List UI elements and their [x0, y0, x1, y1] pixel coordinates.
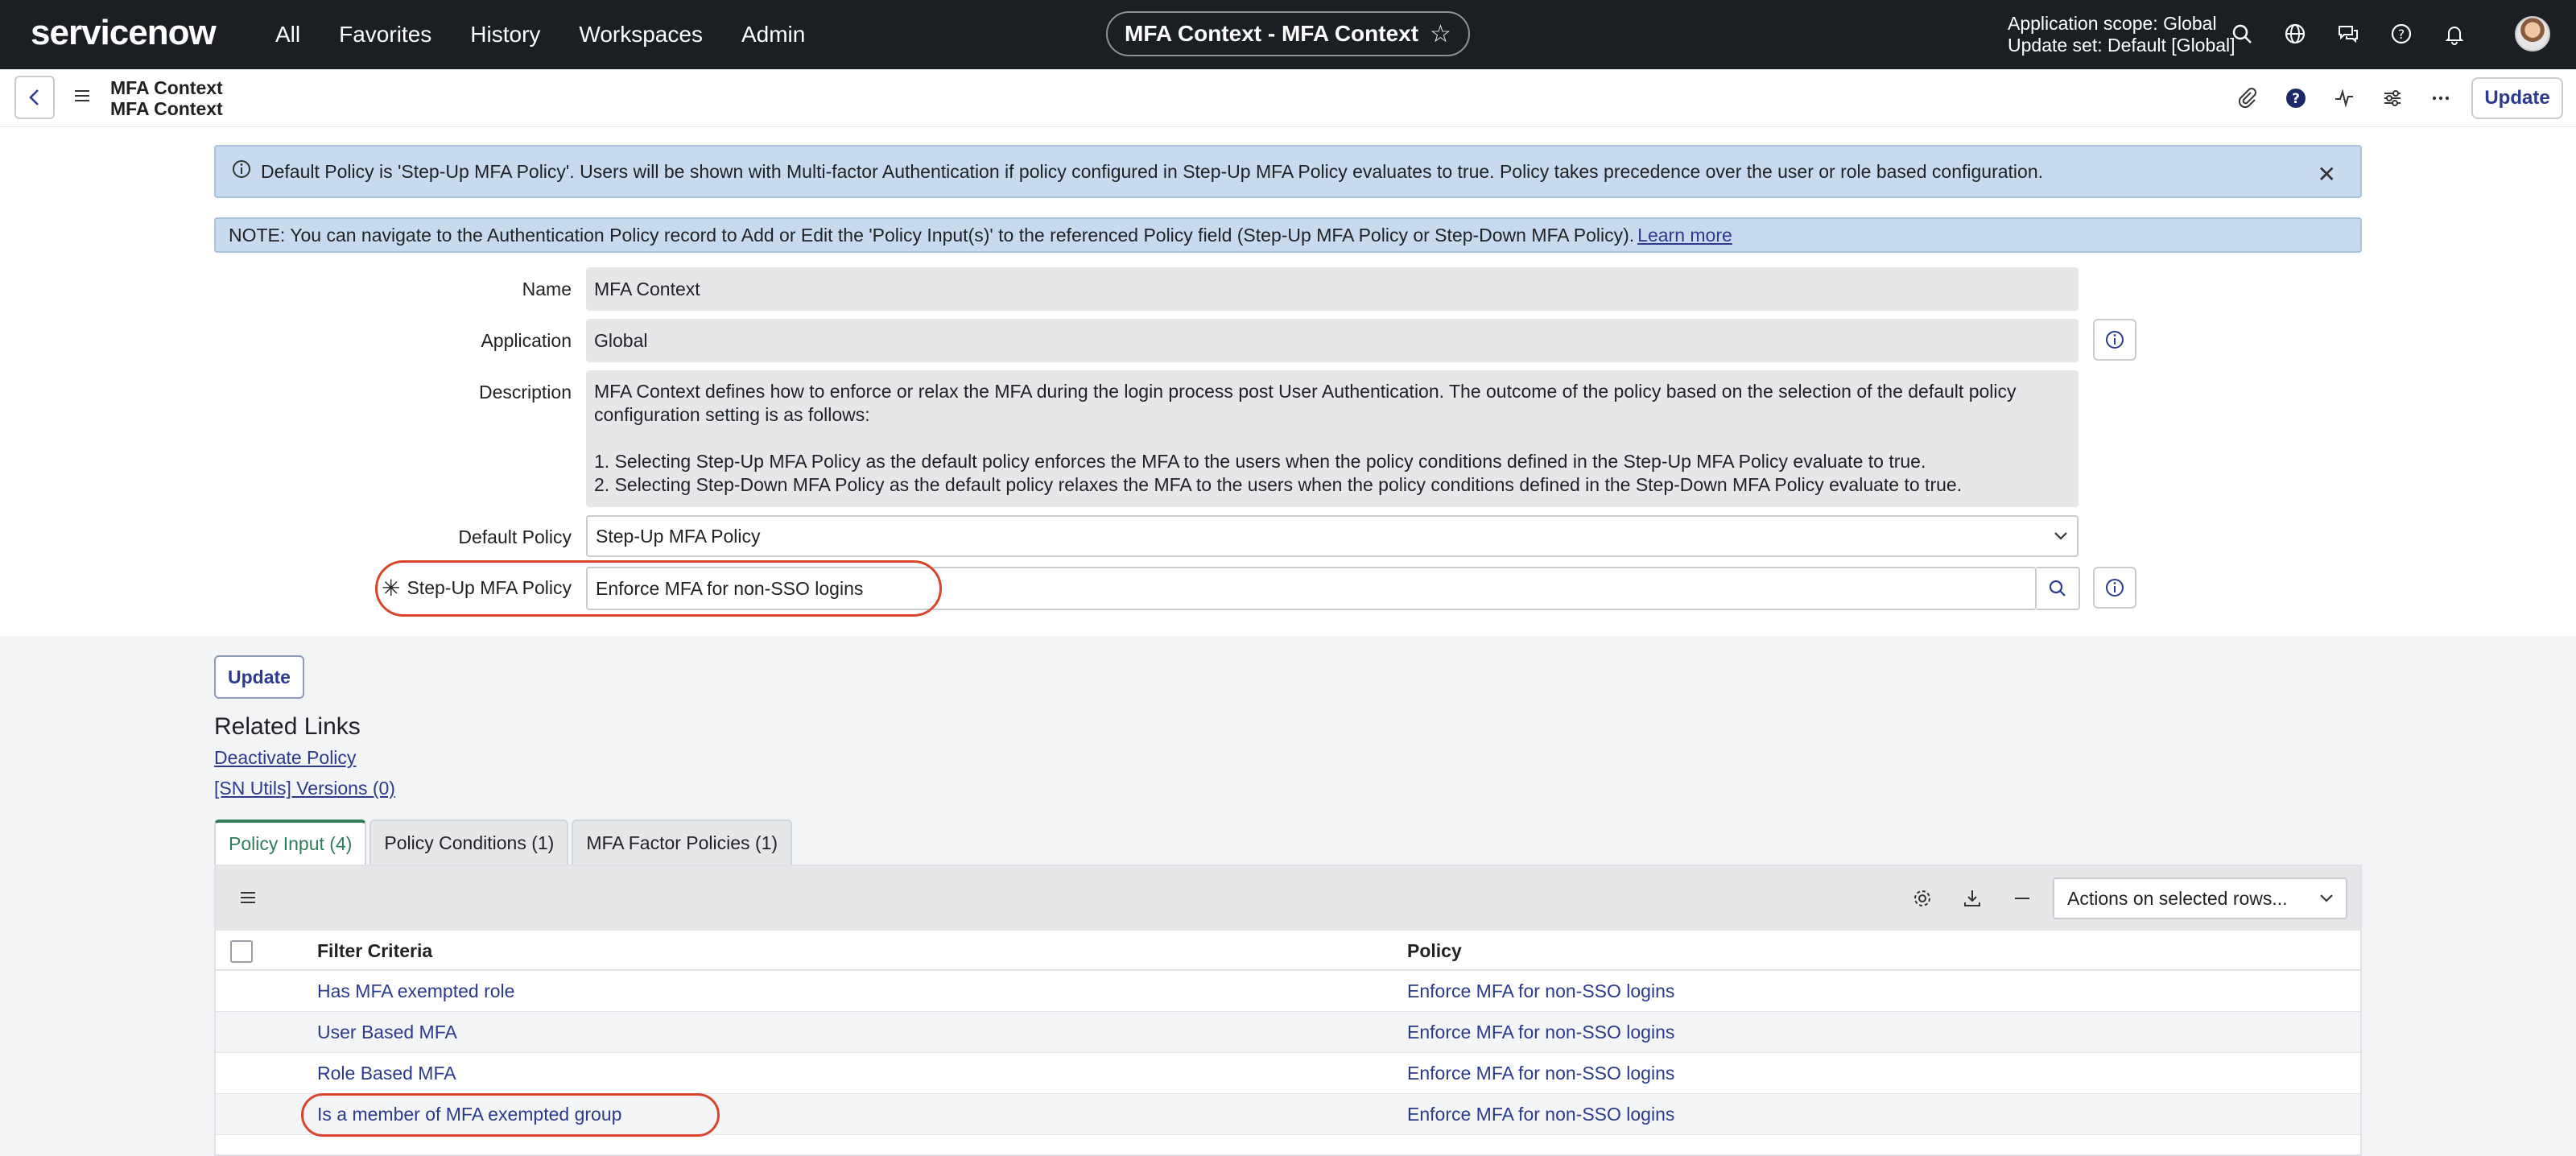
bell-icon[interactable]: [2439, 16, 2470, 52]
filter-criteria-link[interactable]: User Based MFA: [317, 1022, 457, 1043]
chevron-down-icon: [2320, 894, 2333, 902]
update-set: Update set: Default [Global]: [2008, 35, 2235, 56]
form-area: Default Policy is 'Step-Up MFA Policy'. …: [0, 127, 2576, 636]
info-icon: [232, 159, 251, 184]
info-banner: Default Policy is 'Step-Up MFA Policy'. …: [214, 145, 2362, 198]
star-icon[interactable]: ☆: [1430, 20, 1451, 48]
reference-lookup-button[interactable]: [2037, 567, 2080, 610]
description-field: MFA Context defines how to enforce or re…: [586, 370, 2079, 507]
menu-workspaces[interactable]: Workspaces: [579, 22, 703, 47]
top-navigation-bar: servicenow All Favorites History Workspa…: [0, 0, 2576, 69]
table-row: User Based MFA Enforce MFA for non-SSO l…: [216, 1012, 2360, 1053]
column-filter-criteria[interactable]: Filter Criteria: [317, 940, 432, 962]
related-section: Update Related Links Deactivate Policy […: [0, 636, 2576, 1156]
help-filled-icon[interactable]: ?: [2281, 84, 2310, 113]
list-toolbar: Actions on selected rows...: [216, 866, 2360, 931]
servicenow-logo[interactable]: servicenow: [31, 13, 217, 53]
table-row: Role Based MFA Enforce MFA for non-SSO l…: [216, 1053, 2360, 1094]
policy-link[interactable]: Enforce MFA for non-SSO logins: [1407, 1104, 1674, 1125]
column-policy[interactable]: Policy: [1407, 940, 1462, 962]
stepup-policy-input[interactable]: Enforce MFA for non-SSO logins: [586, 567, 2037, 610]
policy-link[interactable]: Enforce MFA for non-SSO logins: [1407, 1063, 1674, 1084]
menu-admin[interactable]: Admin: [741, 22, 805, 47]
name-field: MFA Context: [586, 267, 2079, 311]
search-icon: [2049, 580, 2066, 597]
chevron-left-icon: [29, 89, 39, 105]
related-links-title: Related Links: [214, 713, 361, 740]
header-update-button[interactable]: Update: [2471, 77, 2563, 119]
globe-icon[interactable]: [2280, 16, 2310, 52]
stepup-policy-label-group: ✳ Step-Up MFA Policy: [378, 575, 572, 601]
application-scope-info[interactable]: Application scope: Global Update set: De…: [2008, 13, 2235, 56]
required-asterisk-icon: ✳: [382, 576, 401, 601]
default-policy-label: Default Policy: [458, 526, 572, 547]
svg-text:?: ?: [2292, 91, 2300, 107]
activity-pulse-icon[interactable]: [2330, 84, 2359, 113]
policy-input-list: Actions on selected rows... Filter Crite…: [214, 865, 2362, 1156]
filter-criteria-link[interactable]: Is a member of MFA exempted group: [317, 1104, 621, 1125]
list-toolbar-icons: [1909, 886, 2035, 911]
table-row: Has MFA exempted role Enforce MFA for no…: [216, 971, 2360, 1012]
paperclip-icon[interactable]: [2233, 84, 2262, 113]
list-header-row: Filter Criteria Policy: [216, 931, 2360, 971]
info-banner-text: Default Policy is 'Step-Up MFA Policy'. …: [261, 160, 2043, 182]
gear-icon[interactable]: [1909, 886, 1935, 911]
stepup-policy-label: Step-Up MFA Policy: [407, 577, 572, 598]
application-info-button[interactable]: [2093, 319, 2136, 361]
back-button[interactable]: [14, 76, 55, 119]
default-policy-select[interactable]: Step-Up MFA Policy: [586, 515, 2079, 557]
form-header-icons: ?: [2233, 84, 2455, 113]
filter-criteria-link[interactable]: Has MFA exempted role: [317, 981, 514, 1002]
context-title-pill[interactable]: MFA Context - MFA Context ☆: [1106, 11, 1470, 56]
download-icon[interactable]: [1959, 886, 1985, 911]
related-list-tabs: Policy Input (4) Policy Conditions (1) M…: [214, 820, 793, 865]
search-icon[interactable]: [2227, 16, 2257, 52]
menu-favorites[interactable]: Favorites: [339, 22, 431, 47]
context-title: MFA Context - MFA Context: [1125, 21, 1419, 46]
user-avatar[interactable]: [2515, 16, 2550, 52]
name-label: Name: [522, 279, 572, 299]
policy-link[interactable]: Enforce MFA for non-SSO logins: [1407, 1022, 1674, 1043]
note-banner-text: NOTE: You can navigate to the Authentica…: [229, 224, 1635, 246]
chevron-down-icon: [2054, 532, 2067, 540]
info-icon: [2106, 331, 2124, 349]
sn-utils-versions-link[interactable]: [SN Utils] Versions (0): [214, 778, 395, 799]
help-icon[interactable]: ?: [2386, 16, 2417, 52]
record-title: MFA Context MFA Context: [110, 77, 223, 119]
tab-policy-input[interactable]: Policy Input (4): [214, 820, 367, 865]
menu-history[interactable]: History: [470, 22, 540, 47]
note-banner: NOTE: You can navigate to the Authentica…: [214, 217, 2362, 253]
application-scope: Application scope: Global: [2008, 13, 2217, 34]
form-header: MFA Context MFA Context ? Update: [0, 69, 2576, 127]
actions-select[interactable]: Actions on selected rows...: [2053, 877, 2347, 919]
info-icon: [2106, 579, 2124, 597]
settings-sliders-icon[interactable]: [2378, 84, 2407, 113]
collapse-icon[interactable]: [2009, 886, 2035, 911]
application-label: Application: [481, 330, 572, 351]
update-button[interactable]: Update: [214, 655, 304, 699]
chat-icon[interactable]: [2333, 16, 2363, 52]
filter-criteria-link[interactable]: Role Based MFA: [317, 1063, 456, 1084]
main-menu: All Favorites History Workspaces Admin: [275, 0, 805, 69]
nav-icon-group: ?: [2227, 16, 2470, 52]
svg-text:?: ?: [2398, 27, 2405, 42]
more-options-icon[interactable]: [2426, 84, 2455, 113]
select-all-checkbox[interactable]: [230, 940, 253, 963]
tab-policy-conditions[interactable]: Policy Conditions (1): [369, 820, 569, 865]
policy-link[interactable]: Enforce MFA for non-SSO logins: [1407, 981, 1674, 1002]
context-menu-icon[interactable]: [72, 87, 92, 109]
stepup-info-button[interactable]: [2093, 567, 2136, 609]
deactivate-policy-link[interactable]: Deactivate Policy: [214, 747, 356, 769]
table-row: Is a member of MFA exempted group Enforc…: [216, 1094, 2360, 1135]
menu-all[interactable]: All: [275, 22, 300, 47]
tab-mfa-factor-policies[interactable]: MFA Factor Policies (1): [572, 820, 793, 865]
application-field: Global: [586, 319, 2079, 362]
description-label: Description: [478, 382, 572, 403]
list-menu-icon[interactable]: [238, 889, 258, 910]
close-icon[interactable]: ✕: [2318, 161, 2336, 188]
learn-more-link[interactable]: Learn more: [1637, 225, 1732, 246]
